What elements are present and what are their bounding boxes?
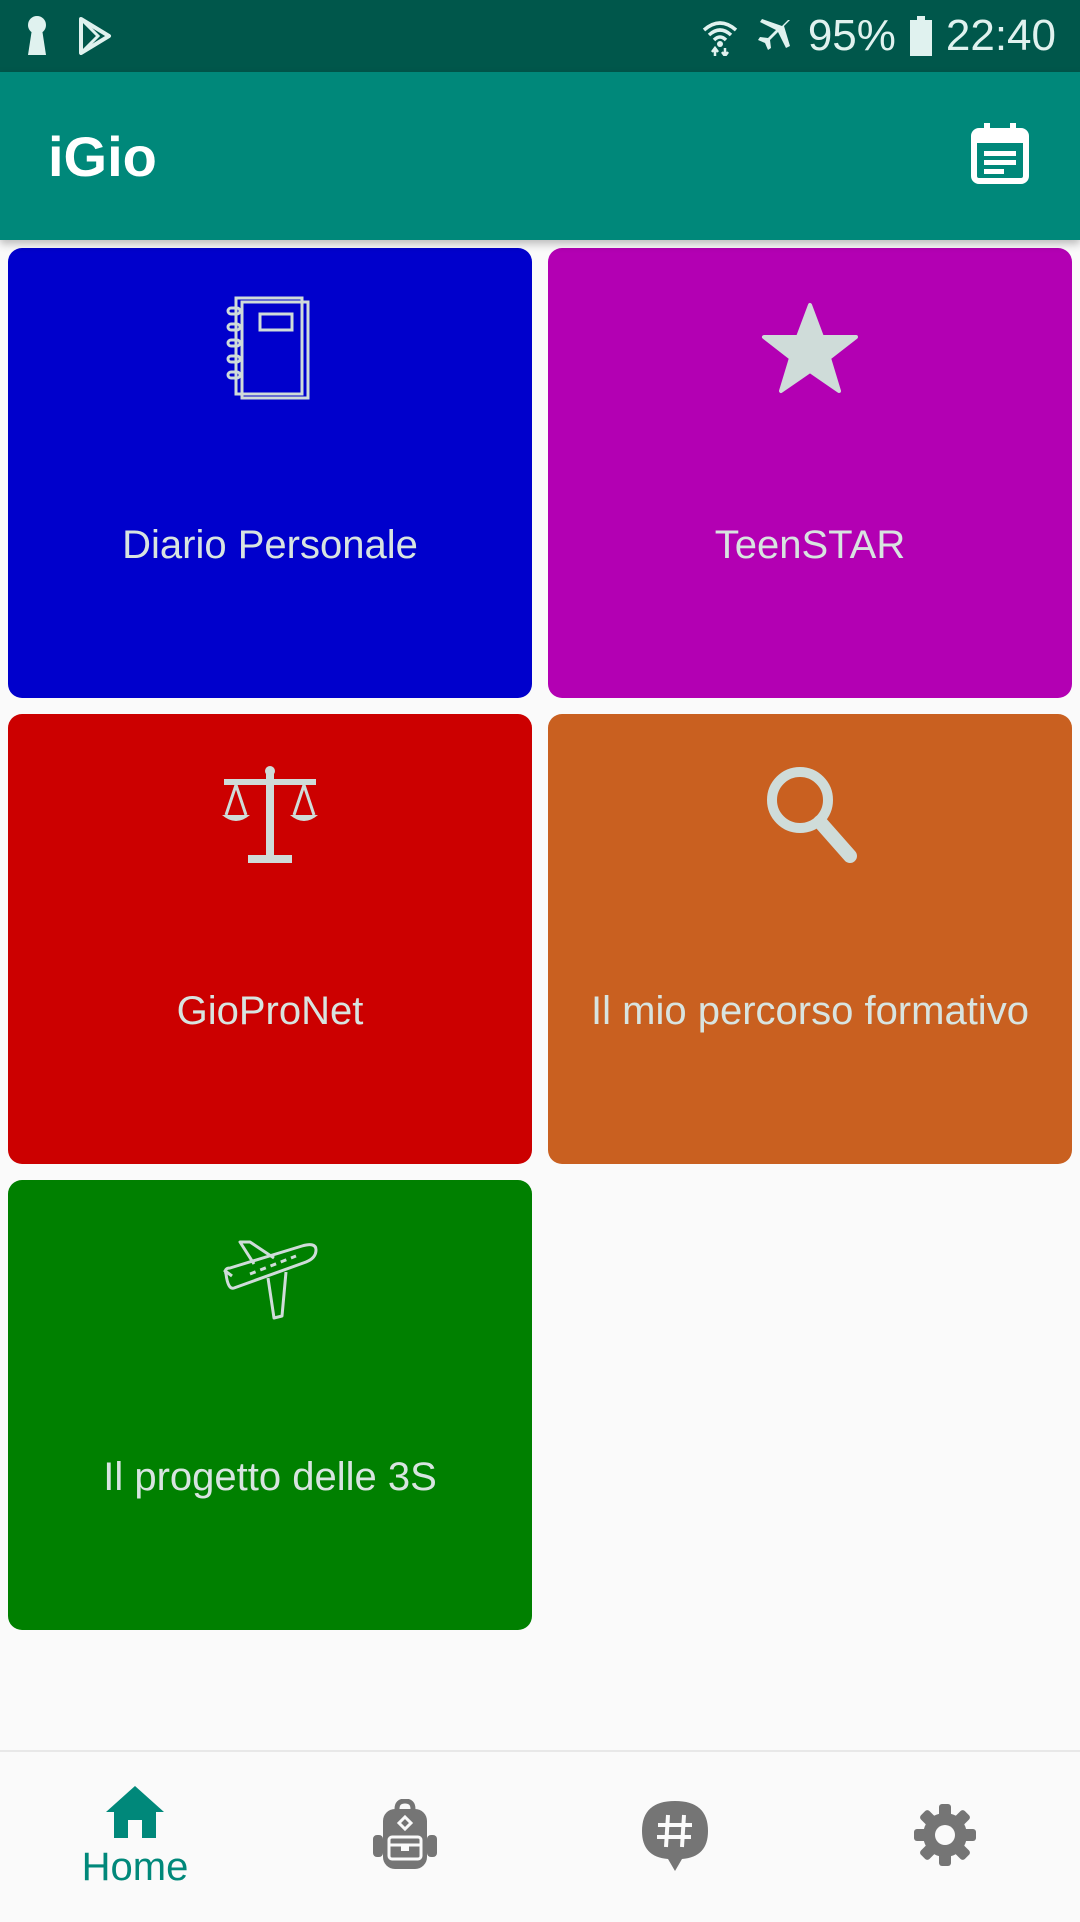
magnifier-icon bbox=[755, 760, 865, 870]
bottom-navigation: Home bbox=[0, 1750, 1080, 1922]
notebook-icon bbox=[215, 294, 325, 404]
scales-icon bbox=[215, 760, 325, 870]
tile-label: GioProNet bbox=[176, 989, 364, 1033]
tile-giopronet[interactable]: GioProNet bbox=[8, 714, 532, 1164]
nav-community[interactable] bbox=[540, 1752, 810, 1922]
nav-backpack[interactable] bbox=[270, 1752, 540, 1922]
home-icon bbox=[104, 1784, 166, 1843]
tile-teenstar[interactable]: TeenSTAR bbox=[548, 248, 1072, 698]
tile-diario-personale[interactable]: Diario Personale bbox=[8, 248, 532, 698]
wifi-icon bbox=[700, 16, 740, 56]
backpack-icon bbox=[371, 1797, 439, 1876]
airplane-mode-icon bbox=[754, 16, 794, 56]
tile-label: TeenSTAR bbox=[714, 523, 906, 567]
battery-level: 95% bbox=[807, 11, 896, 60]
tile-progetto-3s[interactable]: Il progetto delle 3S bbox=[8, 1180, 532, 1630]
gear-icon bbox=[912, 1802, 978, 1873]
calendar-button[interactable] bbox=[964, 120, 1036, 192]
calendar-icon bbox=[970, 122, 1030, 190]
tile-percorso-formativo[interactable]: Il mio percorso formativo bbox=[548, 714, 1072, 1164]
hashtag-chat-icon bbox=[640, 1799, 710, 1876]
airplane-icon bbox=[215, 1226, 325, 1336]
app-title: iGio bbox=[48, 124, 157, 188]
status-bar: 95% 22:40 bbox=[0, 0, 1080, 72]
nav-settings[interactable] bbox=[810, 1752, 1080, 1922]
clock: 22:40 bbox=[945, 11, 1056, 60]
tile-label: Il mio percorso formativo bbox=[591, 989, 1029, 1033]
keyhole-icon bbox=[24, 15, 50, 57]
feature-grid: Diario Personale TeenSTAR GioProNet Il m… bbox=[8, 248, 1072, 1630]
star-icon bbox=[755, 294, 865, 404]
nav-home[interactable]: Home bbox=[0, 1752, 270, 1922]
play-store-icon bbox=[78, 17, 112, 55]
nav-home-label: Home bbox=[81, 1845, 189, 1889]
app-bar: iGio bbox=[0, 72, 1080, 240]
tile-label: Il progetto delle 3S bbox=[103, 1455, 437, 1499]
battery-icon bbox=[909, 16, 932, 56]
tile-label: Diario Personale bbox=[122, 523, 418, 567]
